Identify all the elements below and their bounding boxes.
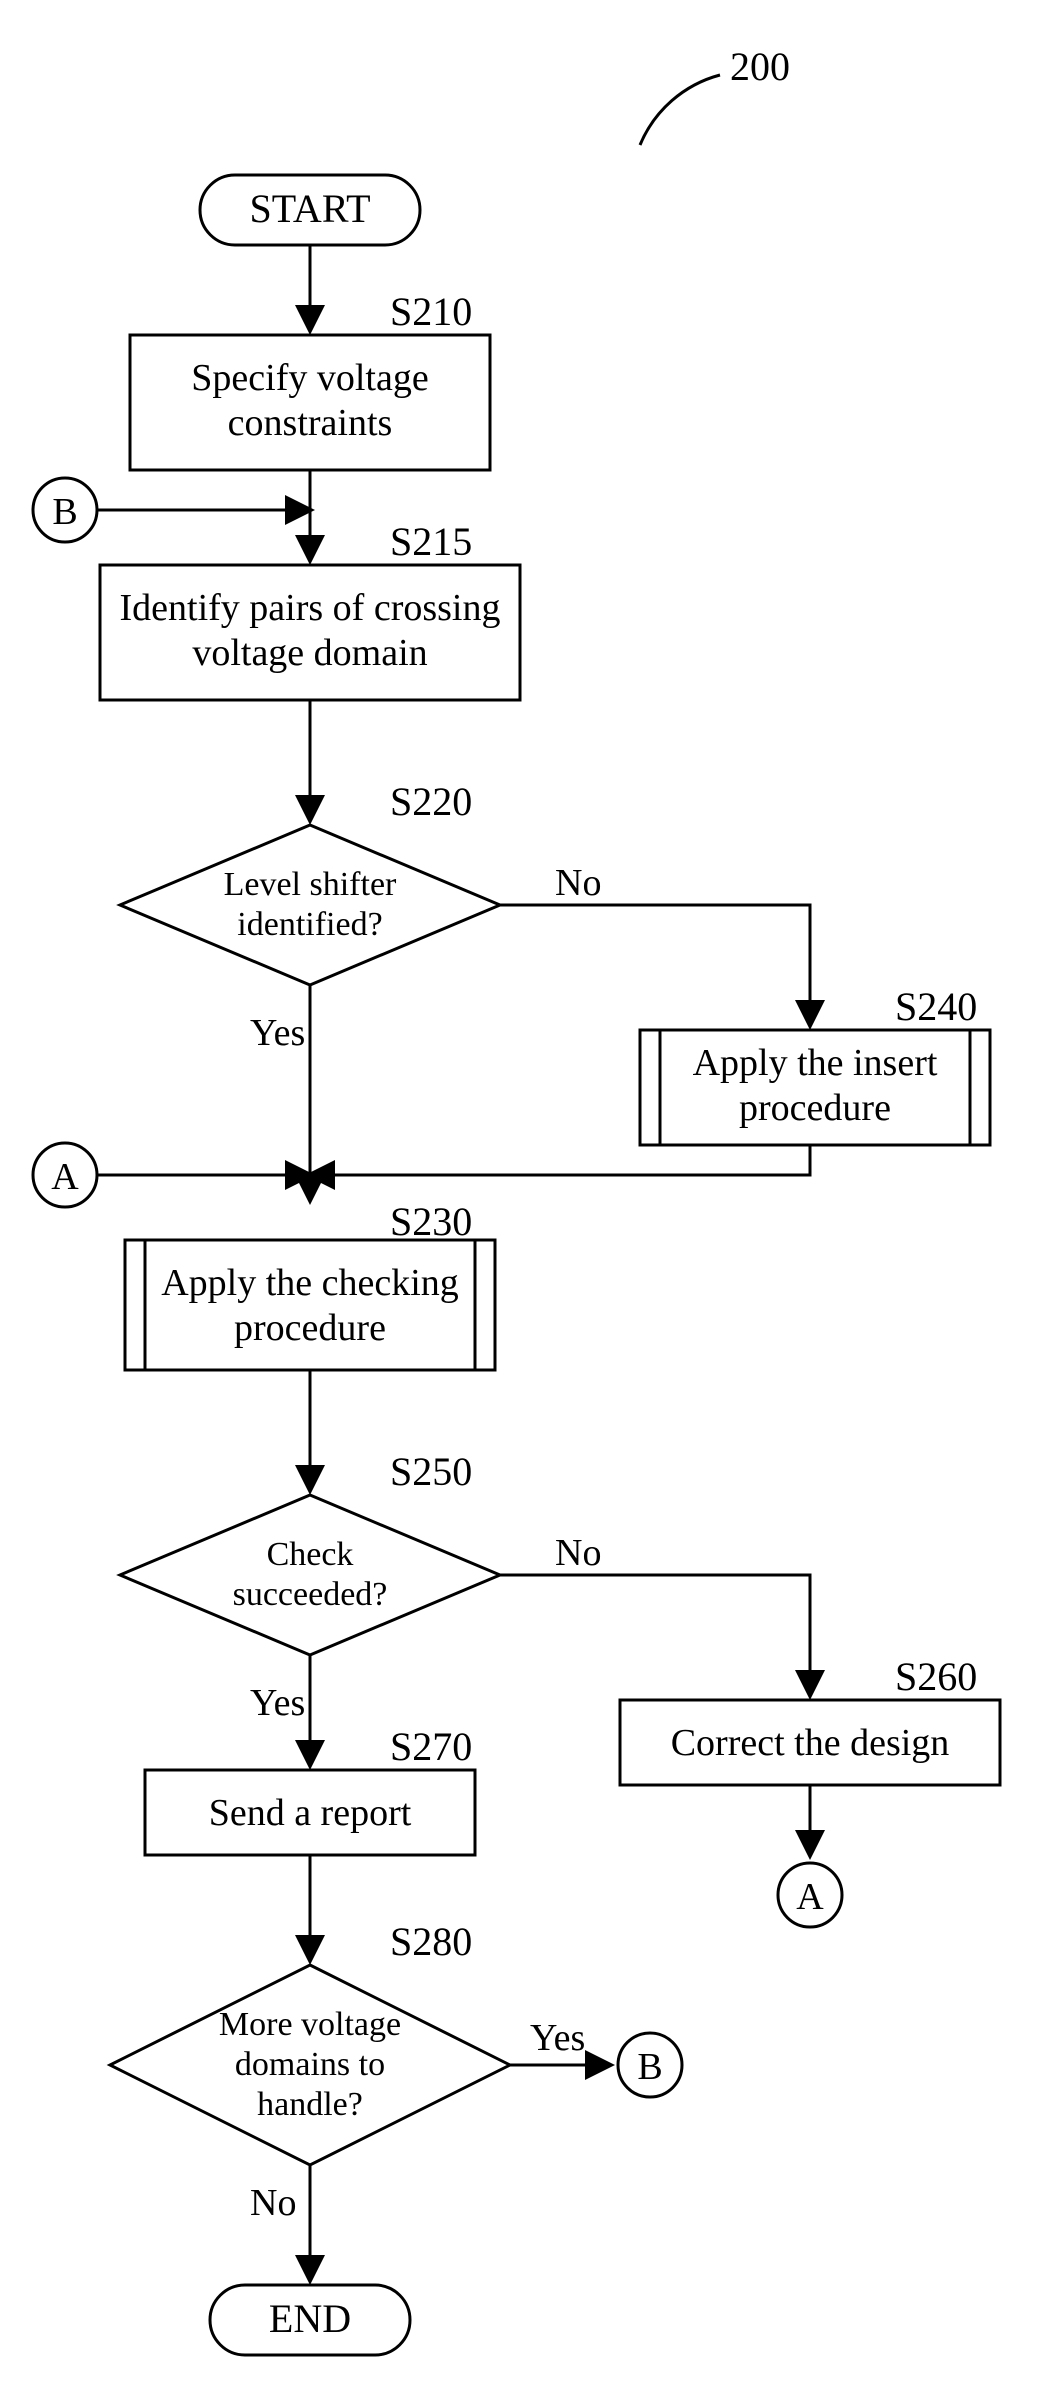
- box-s230-l1: Apply the checking: [161, 1262, 459, 1304]
- connector-b-in-text: B: [52, 491, 77, 533]
- decision-s220-l2: identified?: [237, 906, 382, 943]
- decision-s280-l1: More voltage: [219, 2006, 401, 2043]
- step-id-s270: S270: [390, 1724, 472, 1769]
- decision-s220: [120, 825, 500, 985]
- box-s240-l1: Apply the insert: [693, 1042, 938, 1084]
- step-id-s260: S260: [895, 1654, 977, 1699]
- decision-s220-l1: Level shifter: [224, 866, 397, 903]
- connector-a-out-text: A: [796, 1876, 824, 1918]
- box-s270-text: Send a report: [209, 1792, 412, 1834]
- terminator-start-text: START: [249, 186, 370, 231]
- connector-b-out-text: B: [637, 2046, 662, 2088]
- decision-s280-l3: handle?: [257, 2086, 363, 2123]
- edge-s220-s240: [500, 905, 810, 1025]
- step-id-s210: S210: [390, 289, 472, 334]
- edge-s240-merge: [310, 1145, 810, 1175]
- terminator-end-text: END: [269, 2296, 351, 2341]
- figure-ref-label: 200: [730, 44, 790, 89]
- label-s280-no: No: [250, 2182, 296, 2224]
- edge-s250-s260: [500, 1575, 810, 1695]
- box-s215-l1: Identify pairs of crossing: [120, 587, 501, 629]
- step-id-s230: S230: [390, 1199, 472, 1244]
- figure-ref-arc: [640, 75, 720, 145]
- label-s280-yes: Yes: [530, 2017, 585, 2059]
- box-s210-l1: Specify voltage: [191, 357, 428, 399]
- step-id-s215: S215: [390, 519, 472, 564]
- label-s250-no: No: [555, 1532, 601, 1574]
- box-s215-l2: voltage domain: [192, 632, 427, 674]
- connector-a-in-text: A: [51, 1156, 79, 1198]
- step-id-s250: S250: [390, 1449, 472, 1494]
- box-s260-text: Correct the design: [671, 1722, 950, 1764]
- label-s220-yes: Yes: [250, 1012, 305, 1054]
- label-s250-yes: Yes: [250, 1682, 305, 1724]
- step-id-s220: S220: [390, 779, 472, 824]
- step-id-s240: S240: [895, 984, 977, 1029]
- decision-s250: [120, 1495, 500, 1655]
- step-id-s280: S280: [390, 1919, 472, 1964]
- box-s240-l2: procedure: [739, 1087, 891, 1129]
- box-s230: [125, 1240, 495, 1370]
- flowchart-svg: 200 START S210 Specify voltage constrain…: [0, 0, 1055, 2407]
- decision-s280-l2: domains to: [235, 2046, 385, 2083]
- decision-s250-l1: Check: [267, 1536, 354, 1573]
- label-s220-no: No: [555, 862, 601, 904]
- box-s210-l2: constraints: [228, 402, 393, 444]
- decision-s250-l2: succeeded?: [233, 1576, 388, 1613]
- box-s230-l2: procedure: [234, 1307, 386, 1349]
